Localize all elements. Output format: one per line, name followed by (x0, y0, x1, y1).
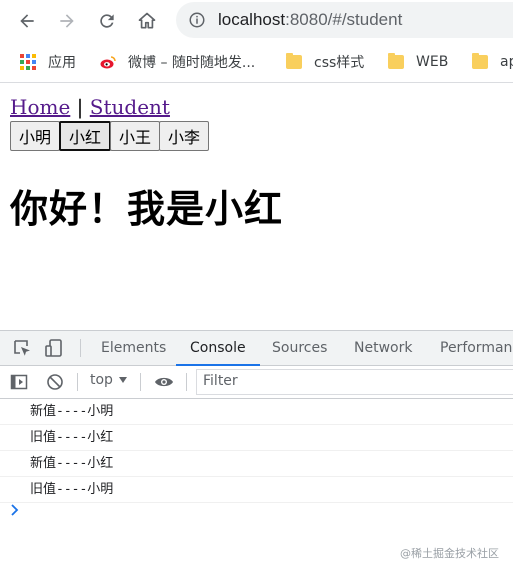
devtools-panel: Elements Console Sources Network Perform… (0, 330, 513, 573)
console-message: 新值----小红 (0, 451, 513, 477)
info-icon[interactable] (188, 11, 206, 29)
bookmarks-bar: 应用 微博 – 随时随地发... css样式 WEB ap (0, 42, 513, 83)
console-prompt-icon[interactable] (10, 503, 20, 517)
context-value: top (90, 372, 113, 388)
tab-sources[interactable]: Sources (272, 331, 327, 365)
folder-icon (286, 53, 302, 69)
clear-console-icon[interactable] (46, 373, 64, 391)
watermark-text: @稀土掘金技术社区 (400, 547, 499, 560)
home-link[interactable]: Home (10, 95, 70, 119)
reload-icon (100, 14, 114, 28)
toolbar-divider (77, 373, 78, 391)
sidebar-toggle-icon[interactable] (10, 373, 28, 391)
console-log: 新值----小明 旧值----小红 新值----小红 旧值----小明 (0, 399, 513, 503)
folder-icon (388, 53, 404, 69)
bookmark-folder-web[interactable]: WEB (388, 52, 448, 72)
student-button-xiaohong[interactable]: 小红 (59, 121, 112, 151)
tab-elements[interactable]: Elements (101, 331, 166, 365)
devtools-tabbar: Elements Console Sources Network Perform… (0, 331, 513, 366)
greeting-heading: 你好！我是小红 (10, 187, 284, 231)
eye-icon[interactable] (154, 373, 174, 391)
filter-input[interactable] (197, 370, 509, 392)
back-button[interactable] (14, 8, 40, 34)
bookmark-label: 应用 (48, 55, 76, 71)
bookmark-label: 微博 – 随时随地发... (128, 55, 256, 71)
bookmark-label: WEB (416, 54, 449, 70)
toolbar-divider (140, 373, 141, 391)
forward-button[interactable] (54, 8, 80, 34)
browser-toolbar: localhost:8080/#/student (0, 0, 513, 42)
bookmark-folder-ap[interactable]: ap (472, 52, 513, 72)
tab-console[interactable]: Console (176, 331, 260, 366)
url-text[interactable]: localhost:8080/#/student (218, 10, 402, 30)
context-selector[interactable]: top (90, 372, 127, 388)
student-button-xiaowang[interactable]: 小王 (110, 121, 161, 151)
nav-separator: | (76, 95, 84, 119)
console-message: 新值----小明 (0, 399, 513, 425)
inspect-element-icon[interactable] (12, 338, 32, 358)
bookmark-label: ap (500, 54, 513, 70)
arrow-right-icon (60, 14, 74, 28)
weibo-icon (100, 56, 116, 69)
tab-network[interactable]: Network (354, 331, 412, 365)
url-path: :8080/#/student (285, 10, 403, 29)
home-button[interactable] (134, 8, 160, 34)
toolbar-divider (186, 373, 187, 391)
toolbar-divider (80, 339, 81, 357)
student-link[interactable]: Student (90, 95, 170, 119)
student-button-xiaoming[interactable]: 小明 (10, 121, 61, 151)
student-button-xiaoli[interactable]: 小李 (159, 121, 210, 151)
router-nav: Home | Student (10, 95, 170, 119)
console-message: 旧值----小红 (0, 425, 513, 451)
arrow-left-icon (20, 14, 34, 28)
folder-icon (472, 53, 488, 69)
console-message: 旧值----小明 (0, 477, 513, 503)
console-toolbar: top (0, 366, 513, 399)
bookmark-folder-css[interactable]: css样式 (286, 52, 364, 72)
bookmark-label: css样式 (314, 55, 365, 71)
chevron-down-icon (118, 377, 127, 383)
url-host: localhost (218, 10, 286, 29)
bookmark-apps[interactable]: 应用 (20, 52, 76, 72)
address-bar[interactable]: localhost:8080/#/student (176, 2, 513, 38)
bookmark-weibo[interactable]: 微博 – 随时随地发... (100, 52, 255, 72)
home-icon (138, 12, 156, 29)
device-toolbar-icon[interactable] (44, 338, 64, 358)
apps-grid-icon (20, 54, 36, 70)
page-content: Home | Student 小明 小红 小王 小李 你好！我是小红 (0, 83, 513, 330)
tab-performance[interactable]: Performanc (440, 331, 513, 365)
reload-button[interactable] (94, 8, 120, 34)
student-button-group: 小明 小红 小王 小李 (10, 121, 210, 151)
filter-box (196, 369, 513, 395)
